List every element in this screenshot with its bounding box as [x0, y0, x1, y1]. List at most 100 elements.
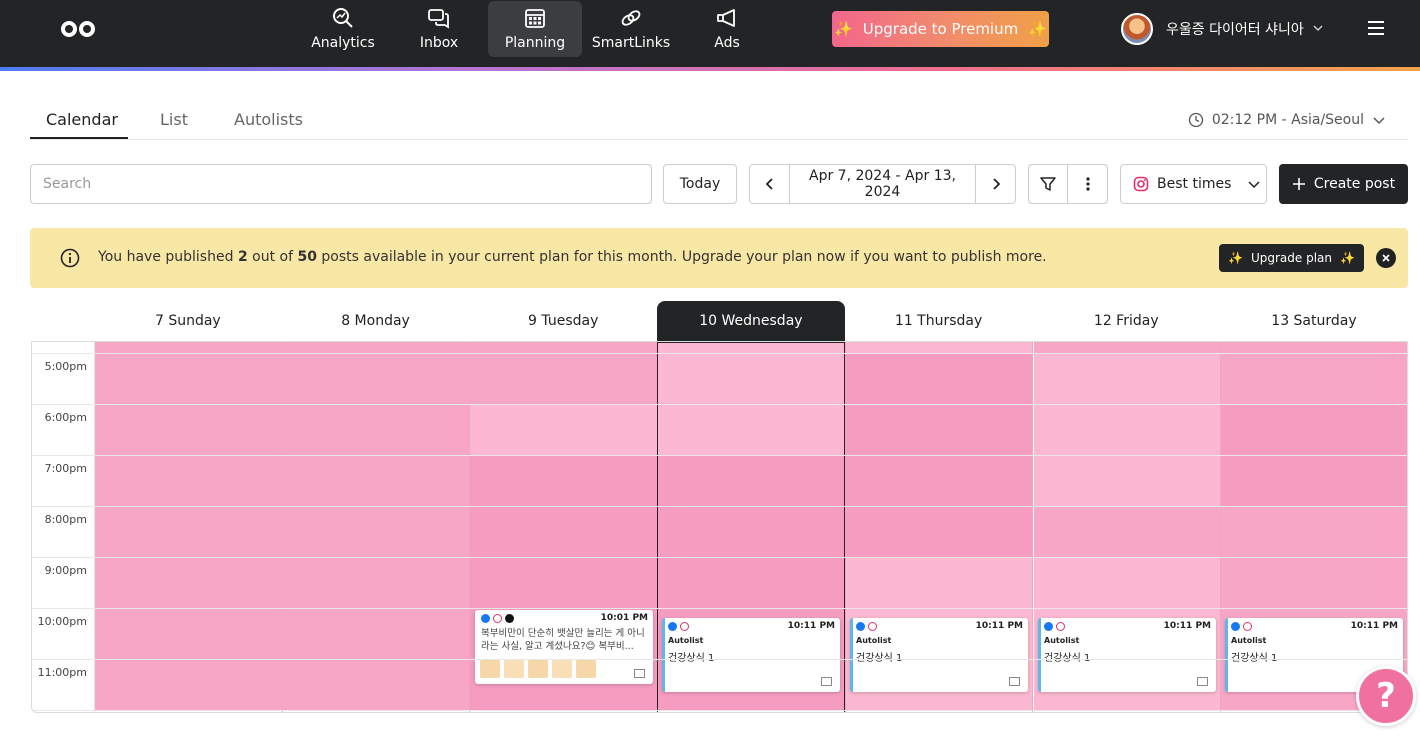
time-slot[interactable] [1033, 353, 1221, 404]
day-header-friday[interactable]: 12 Friday [1032, 301, 1220, 341]
time-slot[interactable] [1221, 353, 1407, 404]
hour-gridline [32, 659, 1407, 660]
time-slot[interactable] [282, 557, 470, 608]
time-slot[interactable] [282, 659, 470, 710]
time-slot[interactable] [470, 342, 658, 353]
nav-label: Analytics [311, 35, 375, 51]
time-slot[interactable] [95, 608, 282, 659]
best-times-dropdown[interactable]: Best times [1120, 164, 1267, 204]
previous-week-button[interactable] [750, 165, 790, 203]
close-banner-button[interactable] [1376, 248, 1396, 268]
chevron-down-icon[interactable] [1312, 22, 1324, 34]
instagram-icon [1056, 622, 1065, 631]
time-slot[interactable] [845, 506, 1033, 557]
time-slot[interactable] [1033, 404, 1221, 455]
search-input[interactable] [30, 164, 652, 204]
post-card[interactable]: 10:11 PM Autolist 건강상식 1 [850, 618, 1028, 692]
time-slot[interactable] [845, 557, 1033, 608]
time-slot[interactable] [1221, 404, 1407, 455]
upgrade-plan-button[interactable]: ✨ Upgrade plan ✨ [1219, 244, 1364, 272]
nav-item-smartlinks[interactable]: SmartLinks [584, 1, 678, 57]
time-slot[interactable] [1033, 506, 1221, 557]
post-card[interactable]: 10:01 PM 복부비만이 단순히 뱃살만 늘리는 게 아니라는 사실, 알고… [475, 610, 653, 684]
nav-item-analytics[interactable]: Analytics [296, 1, 390, 57]
time-slot[interactable] [282, 455, 470, 506]
username[interactable]: 우울증 다이어터 샤니아 [1166, 19, 1304, 39]
time-slot[interactable] [1033, 342, 1221, 353]
upgrade-premium-button[interactable]: ✨ Upgrade to Premium ✨ [832, 11, 1049, 47]
time-slot[interactable] [1221, 455, 1407, 506]
time-slot[interactable] [95, 353, 282, 404]
time-slot[interactable] [658, 353, 845, 404]
time-slot[interactable] [95, 557, 282, 608]
time-slot[interactable] [282, 353, 470, 404]
time-slot[interactable] [1221, 506, 1407, 557]
day-header-tuesday[interactable]: 9 Tuesday [469, 301, 657, 341]
post-caption: 복부비만이 단순히 뱃살만 늘리는 게 아니라는 사실, 알고 계셨나요?😊 복… [481, 628, 645, 652]
time-slot[interactable] [470, 353, 658, 404]
time-slot[interactable] [845, 342, 1033, 353]
day-column[interactable] [282, 342, 471, 712]
post-card[interactable]: 10:11 PM Autolist 건강상식 1 [662, 618, 840, 692]
time-slot[interactable] [282, 342, 470, 353]
day-header-saturday[interactable]: 13 Saturday [1220, 301, 1408, 341]
more-options-button[interactable] [1068, 165, 1107, 203]
time-slot[interactable] [658, 404, 845, 455]
today-button[interactable]: Today [663, 164, 737, 204]
time-slot[interactable] [845, 353, 1033, 404]
time-slot[interactable] [282, 506, 470, 557]
day-header-monday[interactable]: 8 Monday [282, 301, 470, 341]
time-slot[interactable] [658, 342, 845, 353]
day-header-sunday[interactable]: 7 Sunday [94, 301, 282, 341]
post-card[interactable]: 10:11 PM Autolist 건강상식 1 [1038, 618, 1216, 692]
filter-options-group [1028, 164, 1108, 204]
filter-button[interactable] [1029, 165, 1069, 203]
time-slot[interactable] [282, 608, 470, 659]
time-slot[interactable] [95, 455, 282, 506]
time-slot[interactable] [1221, 342, 1407, 353]
help-button[interactable]: ? [1356, 666, 1416, 726]
time-slot[interactable] [282, 404, 470, 455]
link-icon [621, 10, 641, 26]
time-slot[interactable] [470, 404, 658, 455]
logo-icon[interactable] [60, 20, 96, 38]
brand-gradient-line [0, 67, 1420, 71]
time-slot[interactable] [658, 506, 845, 557]
time-slot[interactable] [470, 506, 658, 557]
day-column[interactable] [95, 342, 283, 712]
time-slot[interactable] [845, 455, 1033, 506]
time-slot[interactable] [470, 455, 658, 506]
time-slot[interactable] [1033, 557, 1221, 608]
time-slot[interactable] [95, 342, 282, 353]
tab-autolists[interactable]: Autolists [234, 110, 303, 129]
next-week-button[interactable] [975, 165, 1015, 203]
hamburger-menu-icon[interactable] [1368, 21, 1384, 35]
day-header-thursday[interactable]: 11 Thursday [845, 301, 1033, 341]
time-slot[interactable] [658, 455, 845, 506]
date-range-label[interactable]: Apr 7, 2024 - Apr 13, 2024 [790, 168, 975, 200]
nav-label: Ads [714, 35, 740, 51]
nav-item-planning[interactable]: Planning [488, 1, 582, 57]
time-slot[interactable] [1221, 557, 1407, 608]
time-slot[interactable] [95, 506, 282, 557]
time-slot[interactable] [845, 404, 1033, 455]
facebook-icon [481, 614, 490, 623]
tab-list[interactable]: List [160, 110, 188, 129]
day-header-wednesday-today[interactable]: 10 Wednesday [657, 301, 845, 341]
grid-icon [1197, 677, 1208, 686]
time-slot[interactable] [658, 557, 845, 608]
sparkle-icon: ✨ [1228, 251, 1243, 265]
hour-gridline [32, 608, 1407, 609]
post-time: 10:11 PM [787, 621, 835, 631]
timezone-selector[interactable]: 02:12 PM - Asia/Seoul [1188, 112, 1386, 128]
avatar[interactable] [1121, 13, 1153, 45]
time-slot[interactable] [95, 404, 282, 455]
instagram-icon [868, 622, 877, 631]
nav-item-ads[interactable]: Ads [680, 1, 774, 57]
nav-item-inbox[interactable]: Inbox [392, 1, 486, 57]
time-slot[interactable] [95, 659, 282, 710]
tab-calendar[interactable]: Calendar [46, 110, 118, 129]
create-post-button[interactable]: Create post [1279, 164, 1408, 204]
time-slot[interactable] [1033, 455, 1221, 506]
time-slot[interactable] [470, 557, 658, 608]
